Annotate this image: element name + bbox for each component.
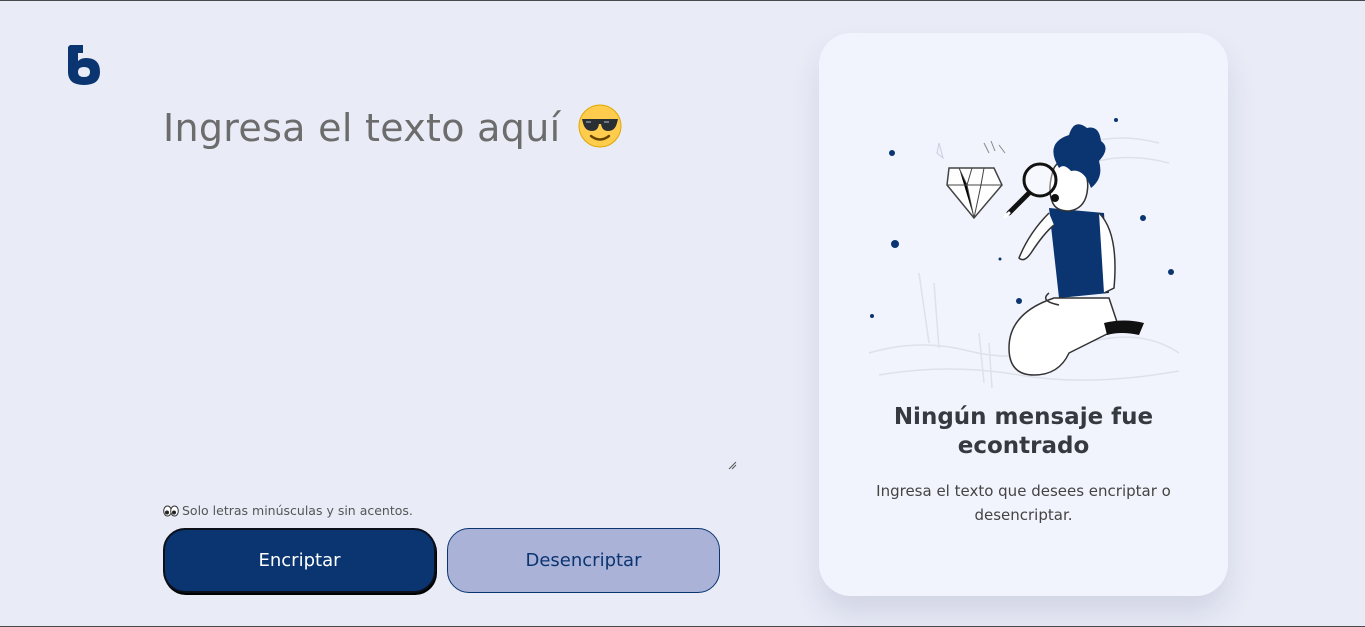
resize-grip-icon[interactable] (727, 460, 737, 470)
output-title: Ningún mensaje fue econtrado (893, 404, 1154, 459)
eyes-icon (163, 505, 179, 516)
output-card: Ningún mensaje fue econtrado Ingresa el … (819, 33, 1228, 596)
message-textarea[interactable] (163, 96, 738, 472)
hint-text: Solo letras minúsculas y sin acentos. (182, 503, 413, 518)
encrypt-button[interactable]: Encriptar (163, 528, 436, 593)
alura-logo-icon[interactable] (64, 39, 104, 87)
app-frame: Ingresa el texto aquí Solo letras minúsc… (0, 0, 1365, 627)
input-hint: Solo letras minúsculas y sin acentos. (163, 503, 413, 518)
output-description: Ingresa el texto que desees encriptar o … (876, 482, 1171, 524)
person-with-magnifier-illustration (868, 118, 1180, 389)
decrypt-button[interactable]: Desencriptar (447, 528, 720, 593)
